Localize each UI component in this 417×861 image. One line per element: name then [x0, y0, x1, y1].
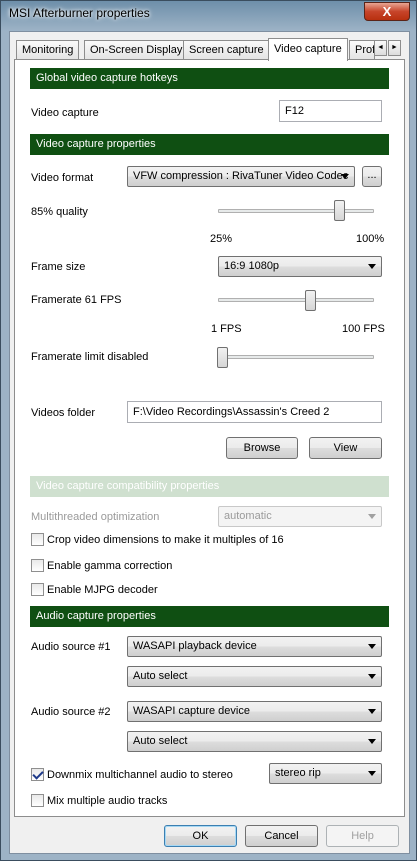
tab-video-capture[interactable]: Video capture — [268, 38, 348, 61]
chevron-down-icon — [341, 174, 349, 179]
window-title: MSI Afterburner properties — [9, 6, 150, 20]
frame-size-label: Frame size — [31, 261, 86, 273]
mix-tracks-checkbox-box[interactable] — [31, 794, 44, 807]
mix-tracks-checkbox-label: Mix multiple audio tracks — [47, 794, 168, 807]
title-bar[interactable]: MSI Afterburner properties X — [1, 1, 416, 29]
close-icon: X — [382, 4, 392, 19]
audio-source1-device-value: WASAPI playback device — [133, 640, 257, 652]
tab-strip: Monitoring On-Screen Display Screen capt… — [16, 38, 406, 61]
audio-source2-label: Audio source #2 — [31, 706, 111, 718]
audio-source1-mode-value: Auto select — [133, 670, 188, 682]
ok-button[interactable]: OK — [164, 825, 237, 847]
tab-scroll-right-button[interactable]: ► — [388, 40, 401, 56]
multithreaded-value: automatic — [224, 510, 272, 522]
mjpg-checkbox-label: Enable MJPG decoder — [47, 583, 158, 596]
framerate-limit-slider-track[interactable] — [218, 355, 374, 359]
arrow-right-icon: ► — [391, 44, 398, 51]
close-button[interactable]: X — [364, 2, 410, 21]
crop-checkbox-label: Crop video dimensions to make it multipl… — [47, 533, 284, 546]
tab-profiles[interactable]: Prof — [349, 40, 375, 60]
framerate-min-label: 1 FPS — [211, 323, 242, 335]
chevron-down-icon — [368, 709, 376, 714]
framerate-label: Framerate 61 FPS — [31, 294, 122, 306]
help-button[interactable]: Help — [326, 825, 399, 847]
section-properties-header: Video capture properties — [30, 134, 389, 155]
audio-source2-device-value: WASAPI capture device — [133, 705, 250, 717]
frame-size-value: 16:9 1080p — [224, 260, 280, 272]
chevron-down-icon — [368, 264, 376, 269]
tab-scroll-left-button[interactable]: ◄ — [374, 40, 387, 56]
video-format-label: Video format — [31, 172, 94, 184]
quality-slider-track[interactable] — [218, 209, 374, 213]
chevron-down-icon — [368, 674, 376, 679]
framerate-max-label: 100 FPS — [342, 323, 385, 335]
chevron-down-icon — [368, 739, 376, 744]
frame-size-select[interactable]: 16:9 1080p — [218, 256, 382, 277]
mix-tracks-checkbox[interactable]: Mix multiple audio tracks — [31, 794, 167, 808]
chevron-down-icon — [368, 771, 376, 776]
audio-source2-mode-value: Auto select — [133, 735, 188, 747]
video-capture-panel: Global video capture hotkeys Video captu… — [14, 59, 405, 817]
downmix-checkbox-box[interactable] — [31, 768, 44, 781]
section-audio-header: Audio capture properties — [30, 606, 389, 627]
multithreaded-select[interactable]: automatic — [218, 506, 382, 527]
framerate-limit-label: Framerate limit disabled — [31, 351, 149, 363]
video-format-settings-button[interactable]: ... — [362, 166, 382, 187]
multithreaded-label: Multithreaded optimization — [31, 511, 160, 523]
gamma-checkbox[interactable]: Enable gamma correction — [31, 559, 172, 573]
downmix-mode-value: stereo rip — [275, 767, 321, 779]
gamma-checkbox-box[interactable] — [31, 559, 44, 572]
dialog-client: Monitoring On-Screen Display Screen capt… — [9, 31, 410, 854]
tab-screen-capture[interactable]: Screen capture — [183, 40, 270, 60]
properties-window: MSI Afterburner properties X Monitoring … — [0, 0, 417, 861]
videos-folder-label: Videos folder — [31, 407, 96, 419]
downmix-mode-select[interactable]: stereo rip — [269, 763, 382, 784]
mjpg-checkbox[interactable]: Enable MJPG decoder — [31, 583, 158, 597]
gamma-checkbox-label: Enable gamma correction — [47, 559, 173, 572]
video-capture-hotkey-label: Video capture — [31, 107, 99, 119]
arrow-left-icon: ◄ — [377, 44, 384, 51]
framerate-limit-slider-thumb[interactable] — [217, 347, 228, 368]
section-hotkeys-header: Global video capture hotkeys — [30, 68, 389, 89]
crop-checkbox[interactable]: Crop video dimensions to make it multipl… — [31, 533, 284, 547]
audio-source2-mode-select[interactable]: Auto select — [127, 731, 382, 752]
crop-checkbox-box[interactable] — [31, 533, 44, 546]
framerate-slider-thumb[interactable] — [305, 290, 316, 311]
quality-min-label: 25% — [210, 233, 233, 245]
downmix-checkbox[interactable]: Downmix multichannel audio to stereo — [31, 768, 233, 782]
audio-source1-mode-select[interactable]: Auto select — [127, 666, 382, 687]
chevron-down-icon — [368, 514, 376, 519]
quality-max-label: 100% — [356, 233, 385, 245]
mjpg-checkbox-box[interactable] — [31, 583, 44, 596]
view-button[interactable]: View — [309, 437, 382, 459]
tab-monitoring[interactable]: Monitoring — [16, 40, 80, 60]
downmix-checkbox-label: Downmix multichannel audio to stereo — [47, 768, 233, 781]
video-format-value: VFW compression : RivaTuner Video Codec — [133, 170, 349, 182]
video-capture-hotkey-input[interactable]: F12 — [279, 100, 382, 122]
audio-source2-device-select[interactable]: WASAPI capture device — [127, 701, 382, 722]
tab-on-screen-display[interactable]: On-Screen Display — [84, 40, 189, 60]
framerate-slider-track[interactable] — [218, 298, 374, 302]
videos-folder-input[interactable]: F:\Video Recordings\Assassin's Creed 2 — [127, 401, 382, 423]
chevron-down-icon — [368, 644, 376, 649]
quality-label: 85% quality — [31, 206, 88, 218]
audio-source1-label: Audio source #1 — [31, 641, 111, 653]
browse-button[interactable]: Browse — [226, 437, 298, 459]
section-compat-header: Video capture compatibility properties — [30, 476, 389, 497]
quality-slider-thumb[interactable] — [334, 200, 345, 221]
cancel-button[interactable]: Cancel — [245, 825, 318, 847]
audio-source1-device-select[interactable]: WASAPI playback device — [127, 636, 382, 657]
video-format-select[interactable]: VFW compression : RivaTuner Video Codec — [127, 166, 355, 187]
